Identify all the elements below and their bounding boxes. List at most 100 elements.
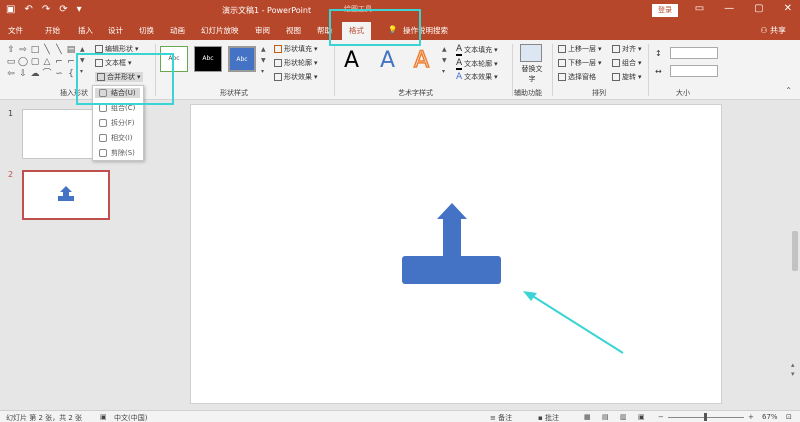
selection-pane-button[interactable]: 选择窗格 (558, 72, 596, 82)
vertical-scrollbar[interactable]: ▴ ▾ (790, 101, 800, 410)
send-backward-button[interactable]: 下移一层 ▾ (558, 58, 602, 68)
text-outline-button[interactable]: A 文本轮廓 ▾ (456, 58, 498, 70)
tab-design[interactable]: 设计 (108, 25, 123, 36)
align-button[interactable]: 对齐 ▾ (612, 44, 642, 54)
line-shape-icon[interactable]: ╲ (41, 44, 53, 56)
text-effects-label: 文本效果 (464, 73, 493, 81)
annotation-arrow (523, 291, 624, 354)
wordart-gallery-scroll[interactable]: ▲ ▼ ▾ (442, 44, 447, 77)
group-separator (552, 44, 553, 96)
shape-width-input[interactable] (670, 65, 718, 77)
wordart-black[interactable]: A (344, 48, 359, 73)
tab-animations[interactable]: 动画 (170, 25, 185, 36)
spellcheck-icon[interactable]: ▣ (100, 413, 107, 421)
line-shape-icon[interactable]: ╲ (53, 44, 65, 56)
tab-slideshow[interactable]: 幻灯片放映 (201, 25, 239, 36)
diamond-shape-icon[interactable]: ⇦ (5, 68, 17, 80)
rotate-button[interactable]: 旋转 ▾ (612, 72, 642, 82)
brace-shape-icon[interactable]: ⇩ (17, 68, 29, 80)
undo-icon[interactable]: ↶ (24, 4, 32, 16)
curve-shape-icon[interactable]: ∽ (53, 68, 65, 80)
chevron-down-icon: ▾ (494, 46, 498, 54)
square-shape-icon[interactable]: □ (29, 44, 41, 56)
scrollbar-thumb[interactable] (792, 231, 798, 271)
combine-icon (99, 104, 107, 112)
close-button[interactable]: ✕ (784, 3, 792, 14)
shape-style-black[interactable]: Abc (194, 46, 222, 72)
zoom-out-button[interactable]: − (658, 413, 664, 421)
tab-home[interactable]: 开始 (45, 25, 60, 36)
slide-thumbnail-2[interactable] (22, 170, 110, 220)
group-label-arrange: 排列 (592, 89, 606, 97)
group-label-accessibility: 辅助功能 (514, 89, 542, 97)
shape-style-blue[interactable]: Abc (228, 46, 256, 72)
triangle-shape-icon[interactable]: △ (41, 56, 53, 68)
chevron-down-icon: ▾ (638, 73, 642, 81)
alt-text-button[interactable]: 替换文字 (519, 64, 545, 84)
tab-view[interactable]: 视图 (286, 25, 301, 36)
menu-item-intersect[interactable]: 相交(I) (99, 133, 133, 143)
redo-icon[interactable]: ↷ (42, 4, 50, 16)
highlight-format-tab (329, 9, 421, 46)
shape-effects-button[interactable]: 形状效果 ▾ (274, 72, 318, 82)
oval-shape-icon[interactable]: ◯ (17, 56, 29, 68)
comments-button[interactable]: ▪ 批注 (538, 413, 559, 422)
merged-arrow-shape[interactable] (402, 203, 501, 284)
tab-file[interactable]: 文件 (8, 25, 23, 36)
slideshow-icon[interactable]: ▣ (638, 413, 645, 421)
pencil-icon (274, 59, 282, 67)
menu-item-fragment[interactable]: 拆分(F) (99, 118, 135, 128)
shape-fill-button[interactable]: 形状填充 ▾ (274, 44, 318, 54)
normal-view-icon[interactable]: ▦ (584, 413, 591, 421)
cloud-shape-icon[interactable]: ☁ (29, 68, 41, 80)
wordart-orange[interactable]: A (413, 47, 430, 74)
arrow-shape-icon[interactable]: ⇨ (17, 44, 29, 56)
text-effects-button[interactable]: A 文本效果 ▾ (456, 72, 498, 82)
text-fill-button[interactable]: A 文本填充 ▾ (456, 44, 498, 56)
rect-shape-icon[interactable]: ▭ (5, 56, 17, 68)
fit-to-window-icon[interactable]: ⊡ (786, 413, 792, 421)
shape-outline-button[interactable]: 形状轮廓 ▾ (274, 58, 318, 68)
zoom-level[interactable]: 67% (762, 413, 778, 421)
zoom-in-button[interactable]: + (748, 413, 754, 421)
tab-transitions[interactable]: 切换 (139, 25, 154, 36)
alt-text-icon[interactable] (520, 44, 542, 62)
bring-forward-button[interactable]: 上移一层 ▾ (558, 44, 602, 54)
customize-icon[interactable]: ▾ (77, 4, 82, 16)
reading-view-icon[interactable]: ▥ (620, 413, 627, 421)
connector-shape-icon[interactable]: ⌐ (53, 56, 65, 68)
slide-sorter-icon[interactable]: ▤ (602, 413, 609, 421)
slide-content (402, 203, 624, 354)
notes-button[interactable]: ≡ 备注 (490, 413, 512, 422)
share-button[interactable]: ⚇ 共享 (760, 25, 786, 36)
scroll-arrows-icon[interactable]: ▴ ▾ (791, 361, 795, 379)
maximize-button[interactable]: ▢ (754, 3, 763, 14)
comment-icon: ▪ (538, 414, 545, 422)
ribbon-display-icon[interactable]: ▭ (695, 3, 704, 14)
slide-canvas[interactable] (190, 104, 722, 404)
highlight-merge-shapes (76, 53, 174, 105)
tab-review[interactable]: 审阅 (255, 25, 270, 36)
arc-shape-icon[interactable]: ⌒ (41, 68, 53, 80)
style-gallery-scroll[interactable]: ▲ ▼ ▾ (261, 44, 266, 77)
menu-item-label: 剪除(S) (111, 149, 135, 157)
zoom-slider-thumb[interactable] (704, 413, 707, 421)
repeat-icon[interactable]: ⟳ (59, 4, 67, 16)
effects-icon (274, 73, 282, 81)
window-title: 演示文稿1 - PowerPoint (222, 6, 312, 15)
wordart-blue[interactable]: A (380, 48, 395, 73)
tab-insert[interactable]: 插入 (78, 25, 93, 36)
login-button[interactable]: 登录 (652, 4, 678, 17)
arrow-shape-icon[interactable]: ⇧ (5, 44, 17, 56)
language-status[interactable]: 中文(中国) (114, 413, 147, 422)
menu-item-subtract[interactable]: 剪除(S) (99, 148, 135, 158)
group-button[interactable]: 组合 ▾ (612, 58, 642, 68)
chevron-down-icon: ▾ (494, 73, 498, 81)
collapse-ribbon-icon[interactable]: ⌃ (785, 86, 792, 95)
rounded-rect-icon[interactable]: ▢ (29, 56, 41, 68)
shapes-gallery[interactable]: ⇧ ⇨ □ ╲ ╲ ▤ ▭ ◯ ▢ △ ⌐ ⌐ ⇦ ⇩ ☁ ⌒ ∽ { (5, 44, 77, 80)
minimize-button[interactable]: — (724, 3, 734, 14)
save-icon[interactable]: ▣ (6, 4, 15, 16)
shape-height-input[interactable] (670, 47, 718, 59)
bring-forward-label: 上移一层 (568, 45, 596, 53)
